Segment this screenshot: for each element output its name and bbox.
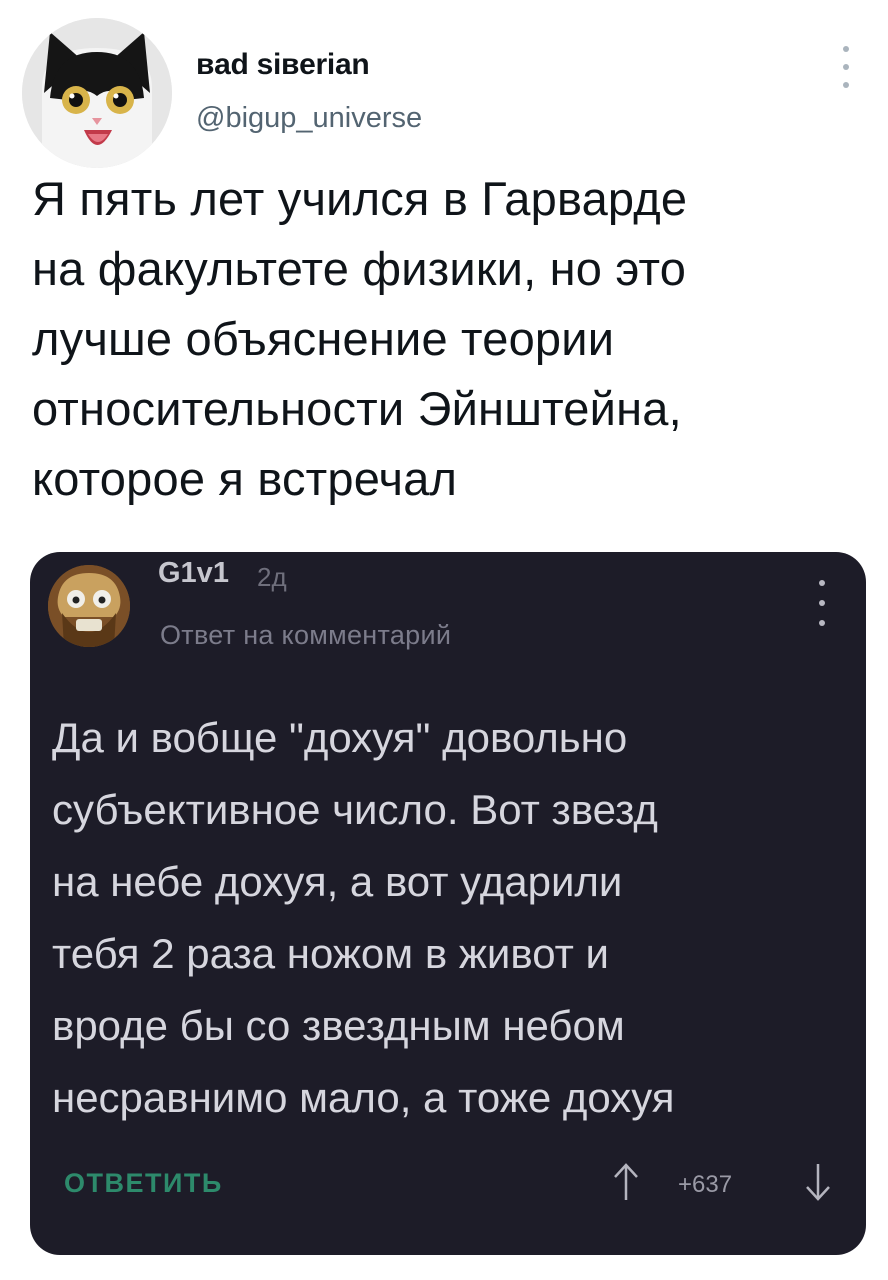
cat-avatar-icon[interactable] bbox=[22, 18, 172, 168]
tweet-more-icon[interactable] bbox=[840, 44, 852, 92]
tweet-handle[interactable]: @bigup_universe bbox=[196, 102, 422, 135]
comment-more-icon[interactable] bbox=[816, 578, 828, 630]
comment-text: Да и вобще "дохуя" довольно субъективное… bbox=[52, 714, 675, 1121]
reply-to-label: Ответ на комментарий bbox=[160, 620, 452, 650]
comment-time: 2д bbox=[257, 562, 287, 592]
tweet-header: вad siвerian @bigup_universe bbox=[22, 18, 866, 168]
reply-button[interactable]: ОТВЕТИТЬ bbox=[64, 1168, 223, 1199]
tweet-display-name[interactable]: вad siвerian bbox=[196, 48, 370, 82]
vote-count: +637 bbox=[678, 1171, 733, 1198]
bearded-man-avatar-icon bbox=[48, 565, 130, 647]
arrow-down-icon[interactable] bbox=[804, 1162, 832, 1202]
tweet-text: Я пять лет учился в Гарварде на факульте… bbox=[32, 172, 688, 505]
arrow-up-icon[interactable] bbox=[612, 1162, 640, 1202]
comment-author[interactable]: G1v1 bbox=[158, 557, 229, 590]
